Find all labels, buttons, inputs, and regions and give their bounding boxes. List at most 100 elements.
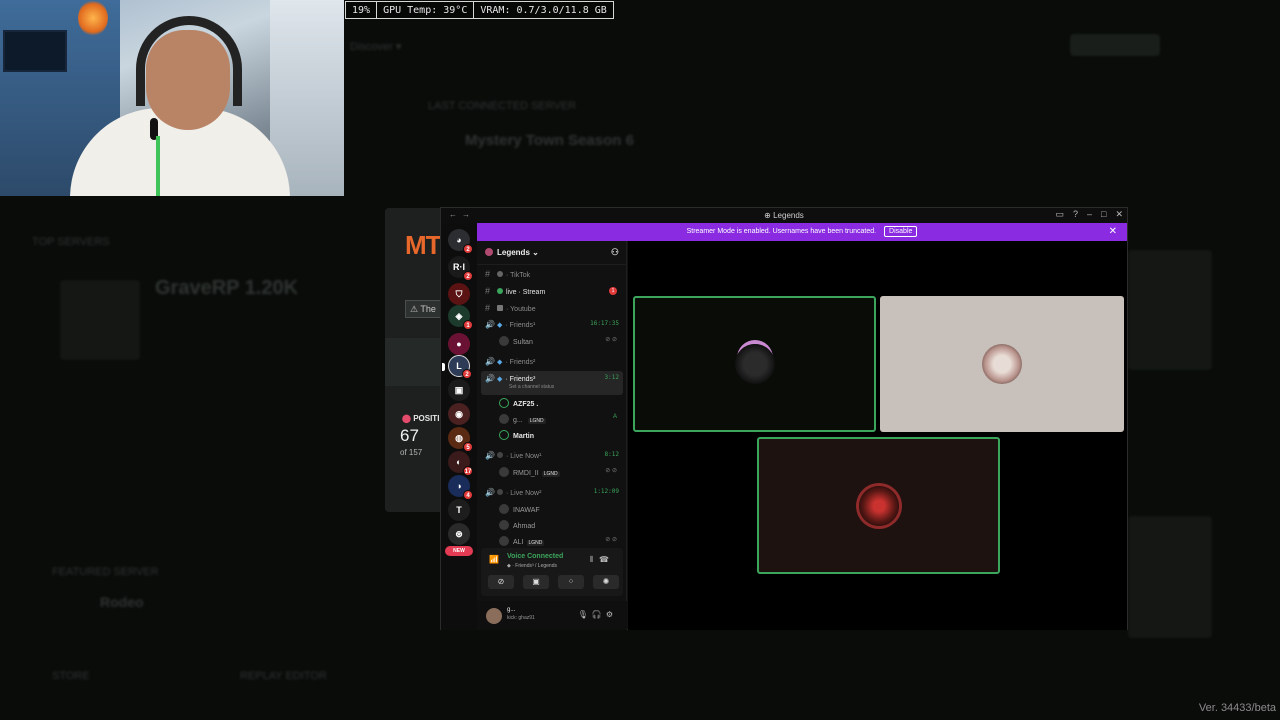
guild-header[interactable]: Legends ⌄ ⚇: [477, 241, 627, 265]
user-panel: g... kick: ghaz91 🎙🎧⚙: [477, 601, 627, 630]
voice-user-azf[interactable]: AZF25 .: [499, 396, 623, 410]
position-total: of 157: [400, 448, 423, 457]
bg-store: STORE: [52, 670, 90, 682]
participant-tile[interactable]: [633, 296, 876, 432]
voice-connected-channel: ◆ · Friends³ / Legends: [507, 563, 557, 569]
channel-tiktok[interactable]: # · TikTok: [481, 266, 623, 281]
bg-card: [1128, 516, 1212, 638]
disable-streamer-mode-button[interactable]: Disable: [884, 226, 918, 237]
window-title: ⊕ Legends: [764, 211, 804, 220]
headphones-icon[interactable]: 🎧: [592, 610, 606, 619]
voice-channel-live-now-1[interactable]: 🔊 · Live Now¹ 8:12: [481, 448, 623, 463]
server-icon-legends[interactable]: L2: [442, 355, 472, 379]
mti-logo: MT: [405, 230, 442, 260]
bg-replay: REPLAY EDITOR: [240, 670, 327, 682]
bg-thumb: [60, 280, 140, 360]
mti-note: ⚠ The: [405, 300, 445, 318]
participant-tile[interactable]: [757, 437, 1000, 574]
noise-suppression-icon[interactable]: ⫴: [590, 555, 599, 564]
voice-user-ali[interactable]: ALI LGND ⊘ ⊘: [499, 534, 623, 548]
performance-overlay: 19% GPU Temp: 39°C VRAM: 0.7/3.0/11.8 GB: [345, 1, 614, 19]
inbox-icon[interactable]: ▭: [1055, 209, 1064, 220]
avatar: [858, 485, 899, 526]
banner-close-icon[interactable]: ✕: [1109, 223, 1117, 241]
server-icon-red[interactable]: ◉: [448, 403, 470, 425]
voice-channel-friends-2[interactable]: 🔊 ◆ · Friends²: [481, 354, 623, 369]
window-controls: ▭ ? – □ ✕: [1055, 209, 1123, 220]
server-icon-pink[interactable]: ●: [448, 333, 470, 355]
add-member-icon[interactable]: ⚇: [611, 247, 619, 258]
voice-stage: [628, 241, 1127, 630]
pin-icon: ⬤: [402, 414, 411, 423]
channel-sidebar: Legends ⌄ ⚇ # · TikTok # live · Stream 1 # · …: [477, 241, 627, 630]
bg-streamer-name: GraveRP 1.20K: [155, 277, 299, 299]
discord-window: ←→ ⊕ Legends ▭ ? – □ ✕ ◕ 2 R·I 2 ⛉ ◈ 1 ● L2…: [440, 207, 1128, 630]
server-rail: ◕ 2 R·I 2 ⛉ ◈ 1 ● L2 ▣ ◉ ◍ 5 ◐ 17 ◑ 4 T ⊛ NEW: [441, 223, 477, 630]
cpu-usage: 19%: [346, 2, 378, 18]
banner-text: Streamer Mode is enabled. Usernames have…: [686, 228, 877, 235]
settings-gear-icon[interactable]: ⚙: [606, 610, 617, 619]
mic-icon[interactable]: 🎙: [578, 610, 592, 619]
voice-channel-friends-1[interactable]: 🔊 ◆ · Friends¹ 16:17:35: [481, 317, 623, 332]
server-icon-shield[interactable]: ⛉: [448, 283, 470, 305]
server-icon-maroon[interactable]: ◐ 17: [448, 451, 473, 476]
server-icon-blue[interactable]: ◑ 4: [448, 475, 473, 500]
bg-top-servers: TOP SERVERS: [32, 236, 110, 248]
server-icon-ri[interactable]: R·I 2: [448, 256, 473, 281]
screen-share-button[interactable]: ▣: [523, 575, 549, 589]
voice-connected-title[interactable]: Voice Connected: [507, 553, 563, 560]
screen: Discover ▾ LAST CONNECTED SERVER Mystery…: [0, 0, 1280, 720]
avatar: [734, 344, 775, 384]
voice-user-rm[interactable]: RMDI_II LGND ⊘ ⊘: [499, 465, 623, 479]
webcam-feed: [0, 0, 344, 196]
discord-home-icon[interactable]: ◕ 2: [448, 229, 473, 254]
channel-live-stream[interactable]: # live · Stream 1: [481, 283, 623, 298]
server-icon-orange[interactable]: ◍ 5: [448, 427, 473, 452]
channel-status: Set a channel status: [509, 384, 555, 390]
user-controls: 🎙🎧⚙: [578, 610, 617, 619]
avatar[interactable]: [486, 608, 502, 624]
signal-icon[interactable]: 📶: [489, 555, 499, 564]
voice-user-martin[interactable]: Martin: [499, 428, 623, 442]
bg-featured: FEATURED SERVER: [52, 566, 159, 578]
server-icon-legends-alt[interactable]: ◈ 1: [448, 305, 473, 330]
maximize-icon[interactable]: □: [1101, 209, 1106, 220]
voice-user-inawaf[interactable]: INAWAF: [499, 502, 623, 516]
help-icon[interactable]: ?: [1073, 209, 1078, 220]
voice-channel-live-now-2[interactable]: 🔊 · Live Now² 1:12:09: [481, 485, 623, 500]
avatar: [982, 344, 1022, 384]
voice-user-ahmad[interactable]: Ahmad: [499, 518, 623, 532]
mti-panel: MT ⚠ The ⬤ POSITI 67 of 157: [385, 208, 445, 512]
participant-tile[interactable]: [880, 296, 1124, 432]
close-icon[interactable]: ✕: [1115, 209, 1123, 220]
gpu-temp: GPU Temp: 39°C: [377, 2, 475, 18]
channel-youtube[interactable]: # · Youtube: [481, 300, 623, 315]
new-badge: NEW: [445, 546, 473, 556]
bg-card-2: [1128, 250, 1212, 370]
voice-actions: ⫴☎: [590, 555, 615, 565]
title-bar: ←→ ⊕ Legends ▭ ? – □ ✕: [441, 208, 1127, 223]
user-status: kick: ghaz91: [507, 615, 535, 621]
server-icon-dark[interactable]: ▣: [448, 379, 470, 401]
disconnect-icon[interactable]: ☎: [599, 555, 615, 564]
minimize-icon[interactable]: –: [1087, 209, 1092, 220]
server-icon-seal[interactable]: ⊛: [448, 523, 470, 545]
voice-channel-friends-3[interactable]: 🔊 ◆ · Friends³ 3:12 Set a channel status: [481, 371, 623, 395]
streamer-mode-banner: Streamer Mode is enabled. Usernames have…: [477, 223, 1127, 241]
bg-last-connected: LAST CONNECTED SERVER: [428, 100, 577, 112]
bg-featured-name: Rodeo: [100, 594, 144, 610]
camera-button[interactable]: ⊘: [488, 575, 514, 589]
voice-user-sultan[interactable]: Sultan ⊘ ⊘: [499, 334, 623, 348]
voice-user-g[interactable]: g... LGND A: [499, 412, 623, 426]
position-rank: 67: [400, 426, 419, 445]
voice-connected-panel: 📶 Voice Connected ◆ · Friends³ / Legends…: [481, 548, 623, 596]
activities-button[interactable]: ⁘: [558, 575, 584, 589]
version-label: Ver. 34433/beta: [1198, 702, 1276, 714]
mti-section: [385, 338, 441, 386]
username: g...: [507, 607, 516, 613]
vram-usage: VRAM: 0.7/3.0/11.8 GB: [480, 5, 607, 16]
server-icon-t[interactable]: T: [448, 499, 470, 521]
soundboard-button[interactable]: ✺: [593, 575, 619, 589]
bg-nav: Discover ▾: [350, 41, 402, 53]
guild-icon: [485, 248, 493, 256]
